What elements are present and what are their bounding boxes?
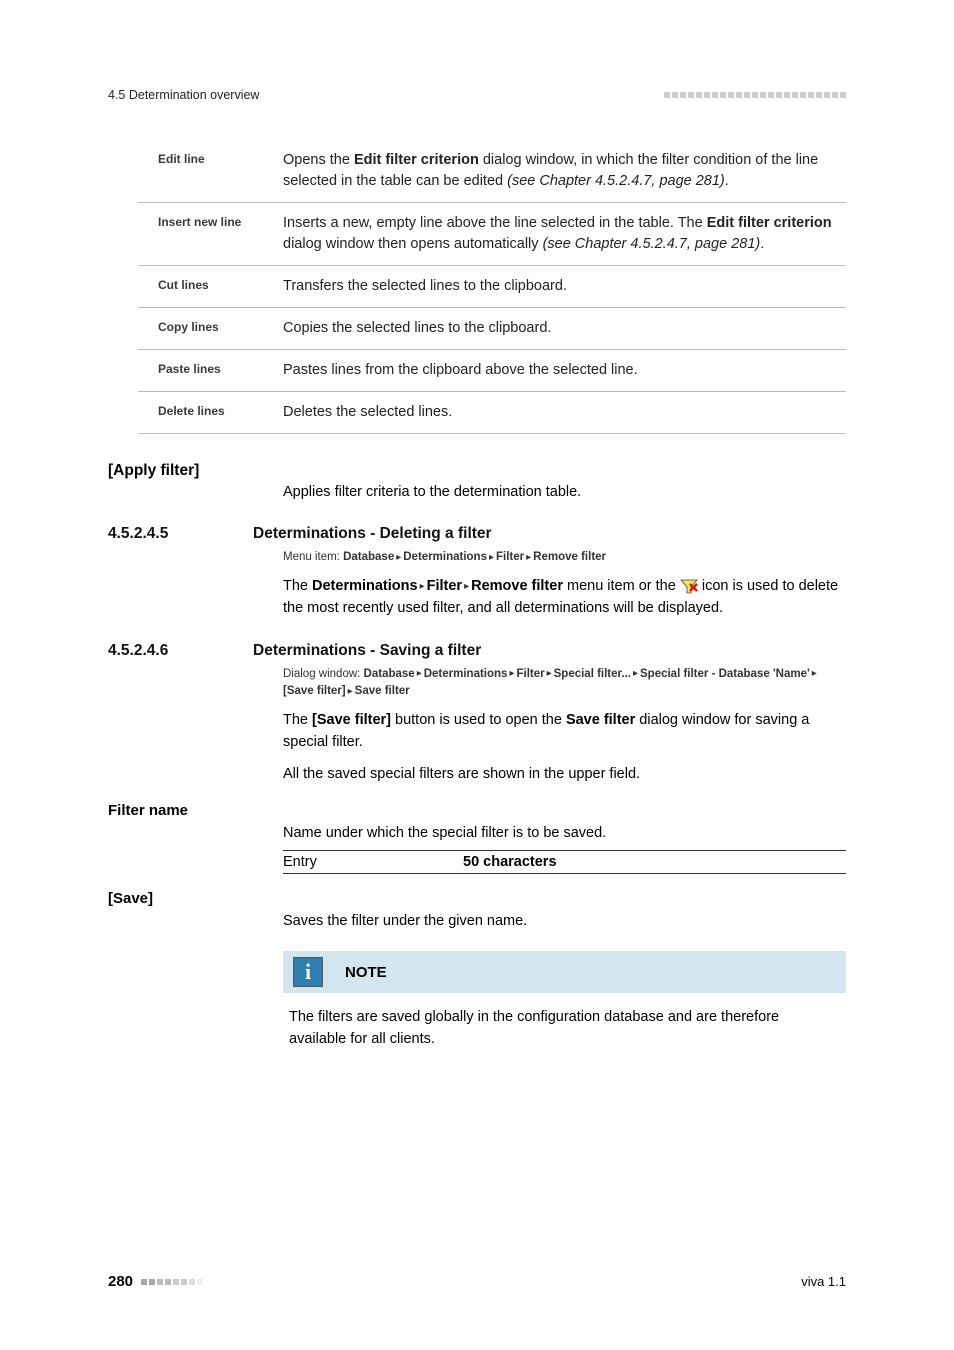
section-body: All the saved special filters are shown … [283,764,846,786]
section-number: 4.5.2.4.6 [108,642,253,660]
section-heading-delete-filter: 4.5.2.4.5 Determinations - Deleting a fi… [108,525,846,543]
page-header: 4.5 Determination overview [108,88,846,102]
row-label: Edit line [138,150,283,192]
row-description: Pastes lines from the clipboard above th… [283,360,846,381]
note-title: NOTE [345,964,387,981]
row-label: Cut lines [138,276,283,297]
context-menu-description-table: Edit line Opens the Edit filter criterio… [138,140,846,434]
table-row: Delete lines Deletes the selected lines. [138,392,846,434]
entry-constraint-row: Entry 50 characters [283,850,846,874]
section-title: Determinations - Saving a filter [253,642,481,660]
row-description: Transfers the selected lines to the clip… [283,276,846,297]
menu-path: Dialog window: Database▸Determinations▸F… [283,666,846,701]
section-title: Determinations - Deleting a filter [253,525,492,543]
row-label: Delete lines [138,402,283,423]
table-row: Edit line Opens the Edit filter criterio… [138,140,846,203]
note-body: The filters are saved globally in the co… [283,993,846,1057]
row-label: Insert new line [138,213,283,255]
save-body: Saves the filter under the given name. [283,911,846,933]
page-footer: 280 viva 1.1 [108,1273,846,1290]
footer-decoration [141,1279,203,1285]
section-body: The Determinations▸Filter▸Remove filter … [283,576,846,620]
table-row: Cut lines Transfers the selected lines t… [138,266,846,308]
header-decoration [664,92,846,98]
row-label: Copy lines [138,318,283,339]
page-number: 280 [108,1273,133,1290]
section-number: 4.5.2.4.5 [108,525,253,543]
filter-name-body: Name under which the special filter is t… [283,823,846,845]
filter-name-label: Filter name [108,802,846,819]
save-label: [Save] [108,890,846,907]
row-description: Inserts a new, empty line above the line… [283,213,846,255]
table-row: Copy lines Copies the selected lines to … [138,308,846,350]
header-section-title: 4.5 Determination overview [108,88,259,102]
footer-right-text: viva 1.1 [801,1274,846,1289]
table-row: Insert new line Inserts a new, empty lin… [138,203,846,266]
entry-value: 50 characters [463,854,557,870]
row-description: Copies the selected lines to the clipboa… [283,318,846,339]
entry-label: Entry [283,854,463,870]
apply-filter-label: [Apply filter] [108,462,846,480]
section-body: The [Save filter] button is used to open… [283,710,846,754]
note-header: i NOTE [283,951,846,993]
section-heading-save-filter: 4.5.2.4.6 Determinations - Saving a filt… [108,642,846,660]
row-description: Deletes the selected lines. [283,402,846,423]
apply-filter-body: Applies filter criteria to the determina… [283,482,846,503]
info-icon: i [293,957,323,987]
note-box: i NOTE The filters are saved globally in… [283,951,846,1057]
table-row: Paste lines Pastes lines from the clipbo… [138,350,846,392]
row-description: Opens the Edit filter criterion dialog w… [283,150,846,192]
row-label: Paste lines [138,360,283,381]
remove-filter-icon [680,579,698,595]
menu-path: Menu item: Database▸Determinations▸Filte… [283,549,846,566]
